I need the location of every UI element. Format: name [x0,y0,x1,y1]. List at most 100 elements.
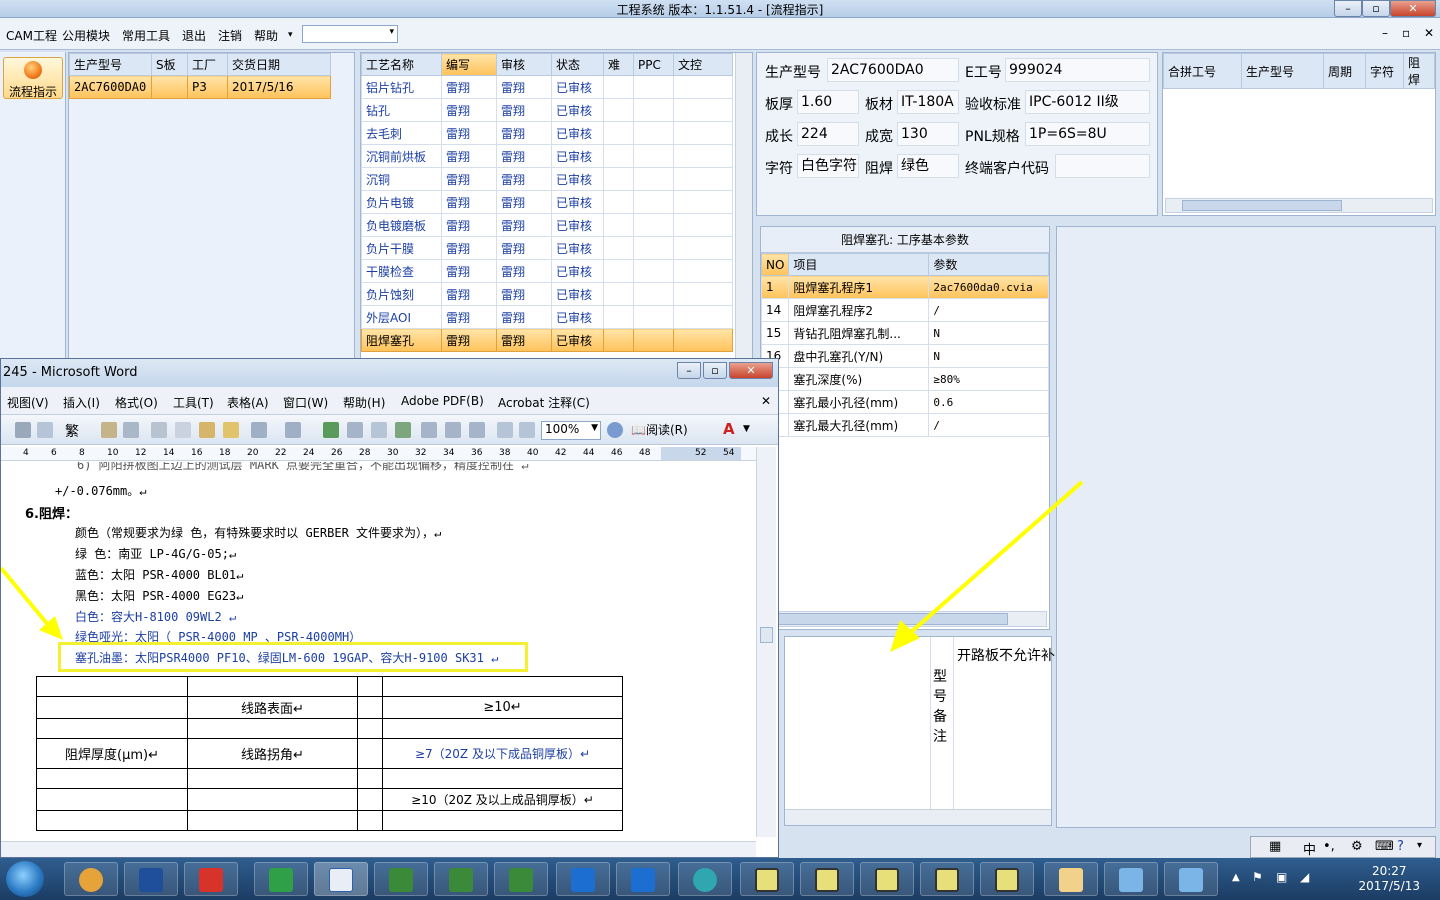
drawing-icon[interactable] [445,422,461,438]
taskbar-app[interactable] [374,862,428,896]
col-status[interactable]: 状态 [551,53,604,76]
taskbar-app[interactable] [678,862,732,896]
grow-field[interactable]: 224 [797,122,859,146]
taskbar-app[interactable] [860,862,914,896]
menu-common-module[interactable]: 公用模块 [62,27,110,44]
help-icon[interactable] [607,422,623,438]
table-row[interactable]: 钻孔 雷翔 雷翔 已审核 [361,98,733,122]
mdi-close-icon[interactable]: ✕ [1424,26,1434,40]
taskbar-app[interactable] [800,862,854,896]
taskbar-app[interactable] [434,862,488,896]
table-row[interactable]: 干膜检查 雷翔 雷翔 已审核 [361,259,733,283]
word-maximize-button[interactable]: ▫ [703,362,727,379]
col-date[interactable]: 交货日期 [227,53,331,76]
word-menu-format[interactable]: 格式(O) [115,394,158,411]
table-row[interactable]: 塞孔最大孔径(mm) / [760,413,1049,437]
table-row[interactable]: 16 盘中孔塞孔(Y/N) N [760,344,1049,368]
col-param[interactable]: 参数 [928,253,1049,276]
taskbar-app[interactable] [184,862,238,896]
table-row[interactable]: 塞孔深度(%) ≥80% [760,367,1049,391]
word-menu-acrobat[interactable]: Acrobat 注释(C) [498,394,590,411]
cust-field[interactable] [1055,154,1150,178]
mask-field[interactable]: 绿色 [897,154,959,178]
chevron-down-icon[interactable]: ▼ [743,424,750,434]
combo-hscrollbar[interactable] [1165,198,1433,213]
ime-help-icon[interactable]: ? [1397,839,1404,854]
insert-table-icon[interactable] [371,422,387,438]
research-icon[interactable] [123,422,139,438]
convert-icon[interactable] [101,422,117,438]
taskbar-app[interactable] [254,862,308,896]
col-combo-mask[interactable]: 阻焊 [1403,53,1435,89]
ime-settings-icon[interactable]: ⚙ [1351,839,1363,854]
remark-hscrollbar[interactable] [785,809,1051,825]
char-field[interactable]: 白色字符 [797,154,859,178]
ime-punct-icon[interactable]: •, [1323,839,1335,854]
minimize-button[interactable]: – [1334,0,1362,17]
traditional-chinese-icon[interactable]: 繁 [65,421,79,441]
word-vscrollbar[interactable] [756,447,776,837]
table-row[interactable]: 负片电镀 雷翔 雷翔 已审核 [361,190,733,214]
col-reviewer[interactable]: 审核 [496,53,552,76]
insert-excel-icon[interactable] [395,422,411,438]
maximize-button[interactable]: ▫ [1362,0,1390,17]
table-row[interactable]: 负电镀磨板 雷翔 雷翔 已审核 [361,213,733,237]
show-hide-icon[interactable] [497,422,513,438]
eno-field[interactable]: 999024 [1005,58,1150,82]
col-combo-cycle[interactable]: 周期 [1323,53,1366,89]
flag-icon[interactable]: ⚑ [1252,870,1263,884]
word-minimize-button[interactable]: – [677,362,701,379]
thick-field[interactable]: 1.60 [797,90,859,114]
close-button[interactable]: ✕ [1390,0,1436,17]
menu-combo[interactable]: ▾ [302,25,398,43]
col-process[interactable]: 工艺名称 [361,53,442,76]
word-hscrollbar[interactable] [1,841,756,857]
col-no[interactable]: NO [760,253,790,276]
width-field[interactable]: 130 [897,122,959,146]
taskbar-app[interactable] [1044,862,1098,896]
process-scrollbar[interactable] [735,53,752,359]
hyperlink-icon[interactable] [323,422,339,438]
table-row[interactable]: 负片干膜 雷翔 雷翔 已审核 [361,236,733,260]
table-row[interactable]: 阻焊塞孔 雷翔 雷翔 已审核 [361,328,733,352]
taskbar-app[interactable] [740,862,794,896]
table-row[interactable]: 沉铜 雷翔 雷翔 已审核 [361,167,733,191]
taskbar-app[interactable] [494,862,548,896]
tray-expand-icon[interactable]: ▲ [1232,872,1240,883]
col-combo-model[interactable]: 生产型号 [1241,53,1324,89]
ime-grid-icon[interactable]: ▦ [1269,839,1281,854]
col-factory[interactable]: 工厂 [187,53,228,76]
menu-cam[interactable]: CAM工程 [6,27,57,44]
word-close-button[interactable]: ✕ [729,362,773,379]
undo-icon[interactable] [251,422,267,438]
taskbar-app[interactable] [556,862,610,896]
col-ppc[interactable]: PPC [633,53,674,76]
scroll-thumb[interactable] [1182,200,1342,211]
table-row[interactable]: 2AC7600DA0 P3 2017/5/16 [69,75,331,99]
copy-icon[interactable] [175,422,191,438]
format-painter-icon[interactable] [223,422,239,438]
paste-icon[interactable] [199,422,215,438]
start-button[interactable] [6,861,44,897]
word-menu-adobe-pdf[interactable]: Adobe PDF(B) [401,394,484,408]
col-combo-char[interactable]: 字符 [1365,53,1404,89]
zoom-select[interactable]: 100% ▼ [541,421,601,440]
columns-icon[interactable] [421,422,437,438]
print-icon[interactable] [15,422,31,438]
word-menu-insert[interactable]: 插入(I) [63,394,100,411]
mat-field[interactable]: IT-180A [897,90,959,114]
word-menu-help[interactable]: 帮助(H) [343,394,385,411]
col-s[interactable]: S板 [151,53,188,76]
network-icon[interactable]: ▣ [1276,870,1287,884]
ime-mode[interactable]: 中 [1303,839,1316,858]
taskbar-app[interactable] [64,862,118,896]
table-row[interactable]: 铝片钻孔 雷翔 雷翔 已审核 [361,75,733,99]
table-row[interactable]: 塞孔最小孔径(mm) 0.6 [760,390,1049,414]
table-row[interactable]: 1 阻焊塞孔程序1 2ac7600da0.cvia [760,275,1049,299]
model-field[interactable]: 2AC7600DA0 [827,58,959,82]
taskbar-app[interactable] [1164,862,1218,896]
std-field[interactable]: IPC-6012 II级 [1025,90,1150,114]
col-doc-control[interactable]: 文控 [673,53,733,76]
word-doc-close-icon[interactable]: ✕ [761,394,771,408]
pnl-field[interactable]: 1P=6S=8U [1025,122,1150,146]
